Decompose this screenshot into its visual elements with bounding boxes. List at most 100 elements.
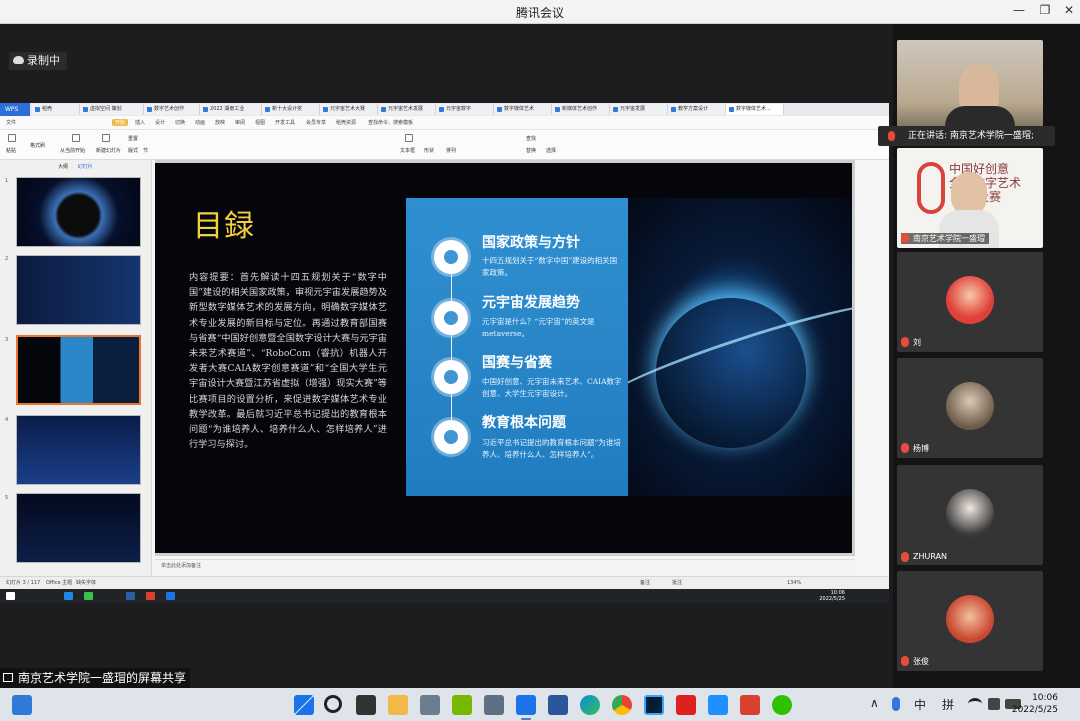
chrome-icon[interactable] xyxy=(612,695,632,715)
photoshop-icon[interactable] xyxy=(644,695,664,715)
ime-indicator[interactable]: 中 xyxy=(914,696,926,713)
tab-item[interactable]: 新十大设计奖 xyxy=(262,104,320,115)
system-clock[interactable]: 10:06 2022/5/25 xyxy=(1012,692,1058,716)
tab-item[interactable]: 元宇宙发展 xyxy=(610,104,668,115)
menu-item[interactable]: 稻壳资源 xyxy=(336,119,356,126)
ime-mode[interactable]: 拼 xyxy=(942,696,954,713)
layout-button[interactable]: 版式 xyxy=(128,147,138,154)
wechat-icon[interactable] xyxy=(84,592,93,600)
close-icon[interactable]: ✕ xyxy=(1060,3,1078,17)
shape-button[interactable]: 形状 xyxy=(424,147,434,154)
toc-heading: 教育根本问题 xyxy=(482,415,566,431)
menu-item-active[interactable]: 开始 xyxy=(112,119,129,126)
reset-button[interactable]: 重置 xyxy=(128,135,138,142)
menu-item[interactable]: 会员专享 xyxy=(306,119,326,126)
wechat-icon[interactable] xyxy=(772,695,792,715)
metaverse-icon xyxy=(434,301,468,335)
slide-thumbnail[interactable] xyxy=(16,493,141,563)
slide-title[interactable]: 目録 xyxy=(193,201,255,245)
participant-tile[interactable]: ZHURAN xyxy=(897,465,1043,565)
volume-icon[interactable] xyxy=(988,698,1000,710)
format-painter-button[interactable]: 格式刷 xyxy=(30,142,45,149)
find-button[interactable]: 查找 xyxy=(526,135,536,142)
slide-thumbnail[interactable] xyxy=(16,415,141,485)
menu-item[interactable]: 视图 xyxy=(255,119,265,126)
slide-thumbnail-selected[interactable] xyxy=(16,335,141,405)
menu-item[interactable]: 开发工具 xyxy=(275,119,295,126)
tab-item[interactable]: 元宇宙艺术大赛 xyxy=(320,104,378,115)
tab-item[interactable]: 数字媒体艺术 xyxy=(494,104,552,115)
menu-item[interactable]: 文件 xyxy=(6,119,16,126)
doc-icon xyxy=(613,107,618,112)
replace-button[interactable]: 替换 xyxy=(526,147,536,154)
task-view-icon[interactable] xyxy=(356,695,376,715)
youdao-icon[interactable] xyxy=(676,695,696,715)
search-icon[interactable] xyxy=(324,695,342,713)
tencent-meeting-icon[interactable] xyxy=(516,695,536,715)
menu-item[interactable]: 放映 xyxy=(215,119,225,126)
search-command[interactable]: 查找命令、搜索模板 xyxy=(368,119,413,126)
slide-thumbnail[interactable] xyxy=(16,255,141,325)
minimize-icon[interactable]: — xyxy=(1010,3,1028,17)
menu-item[interactable]: 审阅 xyxy=(235,119,245,126)
slide-thumbnail[interactable] xyxy=(16,177,141,247)
app-icon[interactable] xyxy=(708,695,728,715)
participant-name: 刘 xyxy=(901,337,921,348)
section-button[interactable]: 节 xyxy=(143,147,148,154)
tab-item[interactable]: 2022 湖南工业 xyxy=(200,104,262,115)
notes-input[interactable]: 单击此处添加备注 xyxy=(155,559,855,572)
menu-item[interactable]: 切换 xyxy=(175,119,185,126)
wps-logo[interactable]: WPS xyxy=(0,103,30,116)
tab-outline[interactable]: 大纲 xyxy=(58,164,68,170)
app-icon[interactable] xyxy=(484,695,504,715)
app-icon[interactable] xyxy=(420,695,440,715)
slide-body-text[interactable]: 内容提要：首先解读十四五规划关于“数字中国”建设的相关国家政策，审视元宇宙发展趋… xyxy=(189,270,387,452)
mic-icon[interactable] xyxy=(892,697,900,711)
mic-icon xyxy=(888,131,895,141)
tab-item[interactable]: 元宇宙数字 xyxy=(436,104,494,115)
participant-tile[interactable]: 杨博 xyxy=(897,358,1043,458)
start-from-current-button[interactable]: 从当前开始 xyxy=(60,147,85,154)
tray-overflow-icon[interactable]: ∧ xyxy=(870,696,879,710)
file-explorer-icon[interactable] xyxy=(388,695,408,715)
paste-button[interactable]: 粘贴 xyxy=(6,147,16,154)
widgets-icon[interactable] xyxy=(12,695,32,715)
photoshop-icon[interactable] xyxy=(126,592,135,600)
arrange-button[interactable]: 排列 xyxy=(446,147,456,154)
tab-item[interactable]: 教学方案设计 xyxy=(668,104,726,115)
menu-item[interactable]: 插入 xyxy=(135,119,145,126)
select-button[interactable]: 选择 xyxy=(546,147,556,154)
textbox-button[interactable]: 文本框 xyxy=(400,147,415,154)
meeting-icon[interactable] xyxy=(166,592,175,600)
nvidia-icon[interactable] xyxy=(452,695,472,715)
mic-icon xyxy=(901,337,909,347)
new-slide-button[interactable]: 新建幻灯片 xyxy=(96,147,121,154)
mic-icon xyxy=(901,552,909,562)
tab-item[interactable]: 元宇宙艺术发展 xyxy=(378,104,436,115)
tab-slides[interactable]: 幻灯片 xyxy=(78,164,93,170)
windows-icon[interactable] xyxy=(294,695,314,715)
tab-item[interactable]: 稻壳 xyxy=(32,104,80,115)
panel-tabs: 大纲 幻灯片 xyxy=(58,163,101,170)
maximize-icon[interactable]: ❐ xyxy=(1036,3,1054,17)
menu-item[interactable]: 动画 xyxy=(195,119,205,126)
menu-item[interactable]: 设计 xyxy=(155,119,165,126)
edge-icon[interactable] xyxy=(580,695,600,715)
space-planet-image xyxy=(628,198,852,496)
edge-icon[interactable] xyxy=(64,592,73,600)
wps-icon[interactable] xyxy=(740,695,760,715)
wifi-icon[interactable] xyxy=(968,698,982,710)
participant-tile[interactable]: 刘 xyxy=(897,252,1043,352)
participant-tile[interactable]: 张俊 xyxy=(897,571,1043,671)
tab-item[interactable]: 新媒体艺术创作 xyxy=(552,104,610,115)
doc-icon xyxy=(729,107,734,112)
tab-item[interactable]: 虚拟空间 策划 xyxy=(80,104,144,115)
recording-badge[interactable]: 录制中 xyxy=(9,52,67,70)
tab-item[interactable]: 数字艺术创作 xyxy=(144,104,200,115)
wps-icon[interactable] xyxy=(146,592,155,600)
participant-video[interactable]: 中国好创意 全国数字艺术 大赛 南京艺术学院一盛瑁 xyxy=(897,148,1043,248)
word-icon[interactable] xyxy=(548,695,568,715)
tab-item-active[interactable]: 数字媒体艺术... xyxy=(726,104,784,115)
windows-icon[interactable] xyxy=(6,592,15,600)
current-slide[interactable]: 目録 内容提要：首先解读十四五规划关于“数字中国”建设的相关国家政策，审视元宇宙… xyxy=(155,163,852,553)
